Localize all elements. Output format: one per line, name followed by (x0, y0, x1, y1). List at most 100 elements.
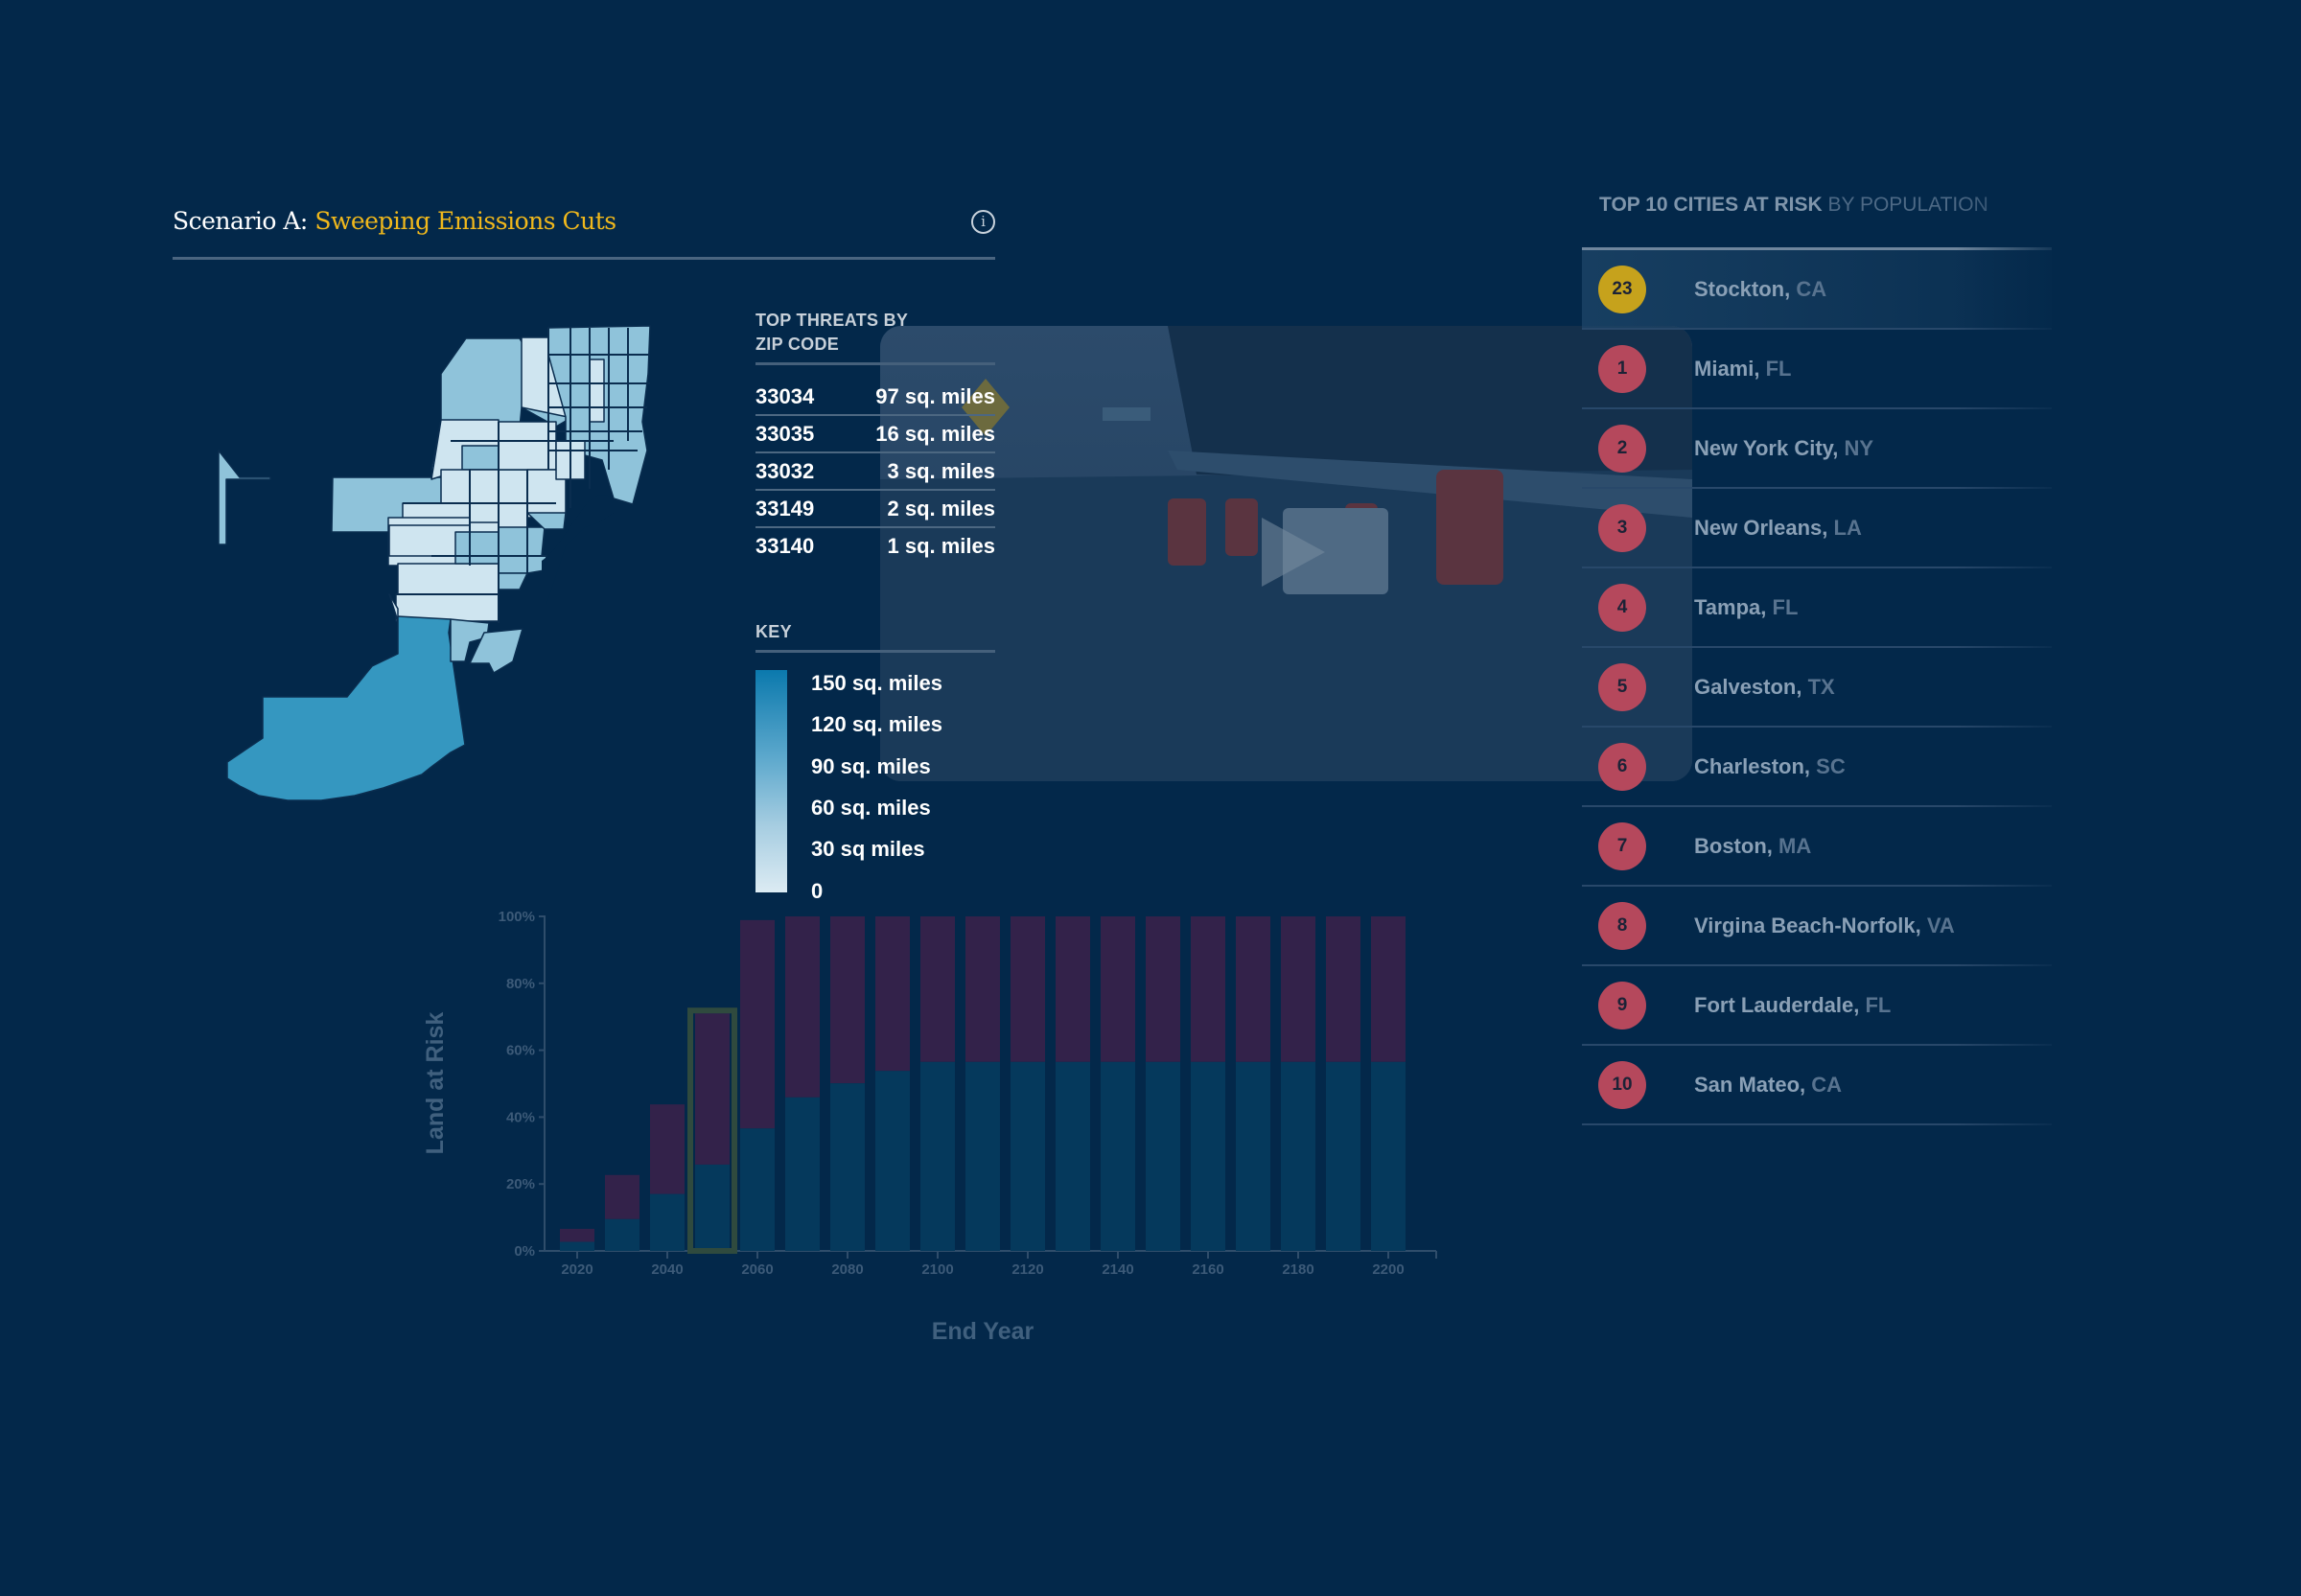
city-row[interactable]: 23 Stockton, CA (1582, 247, 2052, 328)
bar-lower-2200[interactable] (1371, 1061, 1406, 1251)
threat-area: 1 sq. miles (887, 534, 995, 558)
city-row[interactable]: 7 Boston, MA (1582, 805, 2052, 885)
city-name: Miami, FL (1694, 357, 1791, 382)
bar-lower-2160[interactable] (1191, 1061, 1225, 1251)
threat-area: 16 sq. miles (875, 422, 995, 446)
info-icon[interactable]: i (971, 210, 995, 234)
bar-upper-2020[interactable] (560, 1228, 594, 1242)
bar-lower-2060[interactable] (740, 1128, 775, 1251)
bar-upper-2060[interactable] (740, 919, 775, 1129)
bar-lower-2100[interactable] (920, 1061, 955, 1251)
map-region[interactable] (218, 450, 271, 545)
bar-upper-2120[interactable] (1011, 916, 1045, 1062)
bar-lower-2090[interactable] (875, 1071, 910, 1251)
rank-badge: 23 (1598, 265, 1646, 313)
city-label: Galveston, (1694, 674, 1802, 699)
bar-upper-2080[interactable] (830, 916, 865, 1084)
bar-lower-2180[interactable] (1281, 1061, 1315, 1251)
x-tick-label: 2200 (1372, 1261, 1404, 1278)
city-row[interactable]: 1 Miami, FL (1582, 328, 2052, 407)
scenario-header: Scenario A: Sweeping Emissions Cuts i (173, 203, 995, 260)
y-tick-label: 20% (506, 1176, 535, 1192)
video-player[interactable] (880, 326, 1692, 781)
map-region[interactable] (498, 526, 546, 557)
bar-upper-2110[interactable] (965, 916, 1000, 1062)
bar-upper-2170[interactable] (1236, 916, 1270, 1062)
zip-code: 33140 (755, 534, 815, 558)
bar-lower-2050[interactable] (695, 1164, 730, 1251)
city-name: Tampa, FL (1694, 595, 1798, 620)
city-row[interactable]: 3 New Orleans, LA (1582, 487, 2052, 567)
rank-badge: 5 (1598, 662, 1646, 711)
bar-upper-2030[interactable] (605, 1174, 639, 1219)
bar-upper-2190[interactable] (1326, 916, 1360, 1062)
map-region-33034[interactable] (226, 615, 466, 801)
rank-badge: 4 (1598, 583, 1646, 632)
threat-row[interactable]: 33140 1 sq. miles (755, 528, 995, 564)
state-label: CA (1811, 1072, 1843, 1097)
bar-upper-2180[interactable] (1281, 916, 1315, 1062)
threat-row[interactable]: 33032 3 sq. miles (755, 453, 995, 491)
threat-area: 2 sq. miles (887, 497, 995, 520)
map-region[interactable] (589, 359, 605, 423)
threat-area: 97 sq. miles (875, 384, 995, 408)
city-name: San Mateo, CA (1694, 1073, 1842, 1098)
bar-lower-2020[interactable] (560, 1241, 594, 1251)
bar-upper-2140[interactable] (1101, 916, 1135, 1062)
bar-upper-2160[interactable] (1191, 916, 1225, 1062)
bar-upper-2200[interactable] (1371, 916, 1406, 1062)
bar-lower-2150[interactable] (1146, 1061, 1180, 1251)
city-name: New Orleans, LA (1694, 516, 1862, 541)
bar-lower-2080[interactable] (830, 1083, 865, 1251)
y-tick-label: 0% (514, 1243, 535, 1260)
key-label: 150 sq. miles (811, 671, 942, 695)
city-row[interactable]: 8 Virgina Beach-Norfolk, VA (1582, 885, 2052, 964)
bar-lower-2190[interactable] (1326, 1061, 1360, 1251)
bar-upper-2100[interactable] (920, 916, 955, 1062)
bar-upper-2070[interactable] (785, 916, 820, 1098)
threat-row[interactable]: 33035 16 sq. miles (755, 416, 995, 453)
x-tick-label: 2180 (1282, 1261, 1313, 1278)
city-row[interactable]: 5 Galveston, TX (1582, 646, 2052, 726)
bar-upper-2040[interactable] (650, 1104, 685, 1194)
x-tick-label: 2140 (1102, 1261, 1133, 1278)
city-row[interactable]: 9 Fort Lauderdale, FL (1582, 964, 2052, 1044)
bar-lower-2140[interactable] (1101, 1061, 1135, 1251)
top-cities-title-light: BY POPULATION (1827, 194, 1988, 216)
list-divider (1582, 1123, 2052, 1125)
play-icon[interactable] (1262, 518, 1325, 587)
bar-lower-2040[interactable] (650, 1193, 685, 1251)
rank-badge: 9 (1598, 981, 1646, 1029)
threat-row[interactable]: 33149 2 sq. miles (755, 491, 995, 528)
zip-code: 33149 (755, 497, 815, 520)
map-region[interactable] (454, 531, 500, 565)
bar-lower-2120[interactable] (1011, 1061, 1045, 1251)
key-label: 30 sq miles (811, 837, 925, 861)
map-key: KEY 150 sq. miles 120 sq. miles 90 sq. m… (755, 620, 995, 903)
bar-lower-2110[interactable] (965, 1061, 1000, 1251)
bar-upper-2050[interactable] (695, 1013, 730, 1165)
bar-lower-2170[interactable] (1236, 1061, 1270, 1251)
map-region[interactable] (498, 572, 528, 590)
state-label: MA (1778, 833, 1812, 858)
bar-upper-2130[interactable] (1056, 916, 1090, 1062)
bar-lower-2030[interactable] (605, 1218, 639, 1251)
city-row[interactable]: 6 Charleston, SC (1582, 726, 2052, 805)
key-label: 90 sq. miles (811, 754, 931, 778)
threat-row[interactable]: 33034 97 sq. miles (755, 379, 995, 416)
bar-lower-2070[interactable] (785, 1097, 820, 1251)
bar-upper-2150[interactable] (1146, 916, 1180, 1062)
city-row[interactable]: 2 New York City, NY (1582, 407, 2052, 487)
map-region[interactable] (397, 563, 500, 595)
city-name: Stockton, CA (1694, 277, 1826, 302)
threat-list: 33034 97 sq. miles 33035 16 sq. miles 3303… (755, 379, 995, 564)
bar-upper-2090[interactable] (875, 916, 910, 1072)
state-label: LA (1833, 515, 1862, 540)
map-region[interactable] (498, 555, 547, 574)
scenario-name[interactable]: Sweeping Emissions Cuts (314, 207, 616, 235)
map-region[interactable] (469, 469, 500, 523)
city-row[interactable]: 4 Tampa, FL (1582, 567, 2052, 646)
city-row[interactable]: 10 San Mateo, CA (1582, 1044, 2052, 1123)
bar-lower-2130[interactable] (1056, 1061, 1090, 1251)
scenario-prefix: Scenario A: (173, 207, 308, 235)
